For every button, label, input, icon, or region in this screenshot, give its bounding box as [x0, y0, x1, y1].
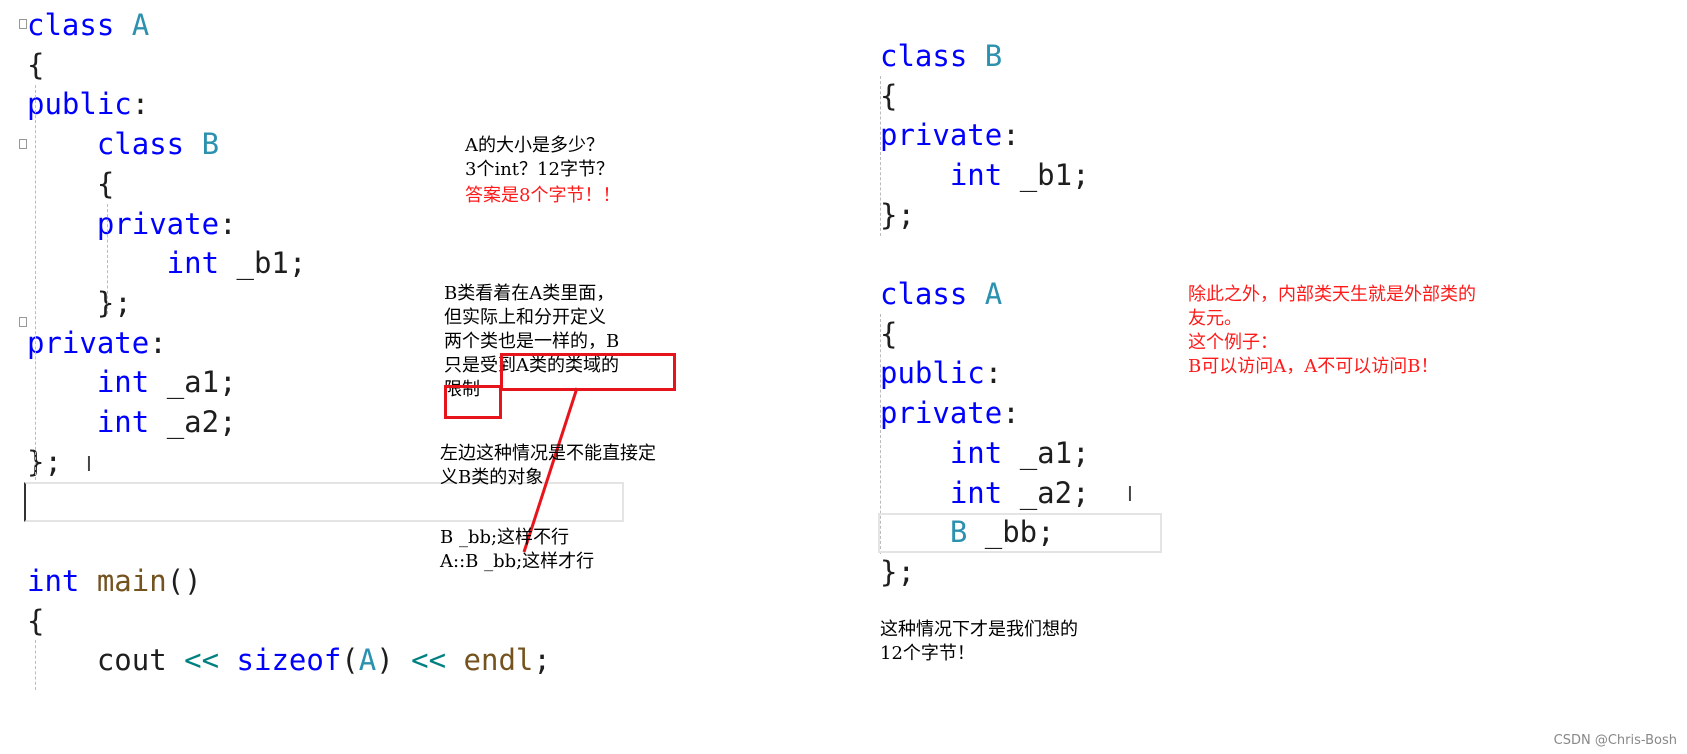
- note-right-case: 这种情况下才是我们想的 12个字节！: [880, 619, 1078, 664]
- note-friend: 除此之外，内部类天生就是外部类的 友元。 这个例子： B可以访问A，A不可以访问…: [1188, 284, 1476, 377]
- note-left-case: 左边这种情况是不能直接定 义B类的对象: [440, 443, 656, 488]
- watermark: CSDN @Chris-Bosh: [1553, 733, 1677, 748]
- note-usage: B _bb;这样不行 A::B _bb;这样才行: [440, 527, 595, 572]
